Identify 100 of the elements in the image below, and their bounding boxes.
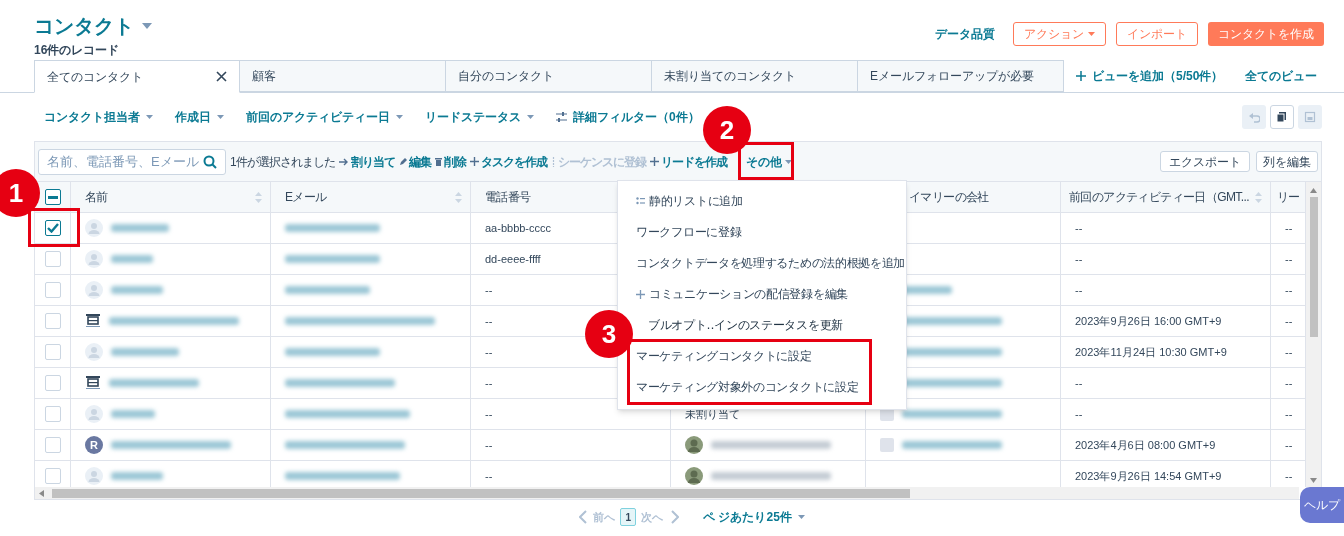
person-avatar-icon bbox=[85, 219, 103, 237]
column-header[interactable]: リー bbox=[1277, 188, 1300, 206]
copy-icon bbox=[1276, 111, 1288, 123]
scroll-thumb[interactable] bbox=[52, 488, 910, 498]
blurred-name bbox=[111, 224, 169, 232]
edit-columns-button[interactable]: 列を編集 bbox=[1256, 151, 1318, 172]
view-tab[interactable]: 全てのコンタクト bbox=[34, 60, 240, 93]
lead-status: -- bbox=[1285, 220, 1293, 236]
caret-icon bbox=[785, 159, 792, 164]
blurred-name bbox=[111, 472, 163, 480]
menu-item[interactable]: 静的リストに追加 bbox=[636, 190, 743, 212]
phone-text: dd-eeee-ffff bbox=[485, 251, 541, 267]
filter-dropdown[interactable]: 前回のアクティビティー日 bbox=[246, 108, 403, 126]
horizontal-scrollbar[interactable] bbox=[35, 487, 1299, 499]
column-header[interactable]: イマリーの会社 bbox=[909, 188, 989, 206]
list-icon bbox=[636, 197, 645, 205]
building-logo-icon bbox=[85, 314, 101, 328]
lead-status: -- bbox=[1285, 282, 1293, 298]
column-header[interactable]: 前回のアクティビティー日（GMT... bbox=[1069, 188, 1249, 206]
lead-status: -- bbox=[1285, 468, 1293, 484]
chevron-left-icon bbox=[579, 510, 588, 524]
blurred-name bbox=[111, 286, 163, 294]
filter-dropdown[interactable]: コンタクト担当者 bbox=[44, 108, 153, 126]
person-avatar-icon bbox=[85, 405, 103, 423]
vertical-scrollbar[interactable] bbox=[1306, 182, 1321, 487]
phone-text: -- bbox=[485, 375, 493, 391]
caret-icon bbox=[396, 115, 403, 119]
owner-text: 未割り当て bbox=[685, 406, 740, 422]
per-page-dropdown[interactable]: ペ ジあたり25件 bbox=[703, 508, 805, 526]
view-tab[interactable]: 未割り当てのコンタクト bbox=[652, 60, 858, 92]
page-number[interactable]: 1 bbox=[620, 508, 637, 526]
actions-button[interactable]: アクション bbox=[1013, 22, 1106, 46]
search-field[interactable]: 名前、電話番号、Eメール bbox=[38, 148, 226, 175]
activity-date: 2023年9月26日 16:00 GMT+9 bbox=[1075, 313, 1222, 329]
import-button[interactable]: インポート bbox=[1116, 22, 1198, 46]
activity-date: 2023年4月6日 08:00 GMT+9 bbox=[1075, 437, 1216, 453]
company-logo-icon bbox=[880, 438, 894, 452]
undo-icon bbox=[1248, 111, 1260, 123]
lead-status: -- bbox=[1285, 375, 1293, 391]
scroll-thumb[interactable] bbox=[1309, 197, 1318, 337]
owner-avatar-icon bbox=[685, 436, 703, 454]
activity-date: -- bbox=[1075, 282, 1083, 298]
filter-dropdown[interactable]: リードステータス bbox=[425, 108, 534, 126]
bulk-action-link[interactable]: タスクを作成 bbox=[469, 152, 547, 171]
menu-item[interactable]: マーケティング対象外のコンタクトに設定 bbox=[636, 376, 859, 398]
more-dropdown[interactable]: その他 bbox=[746, 152, 792, 171]
menu-item[interactable]: マーケティングコンタクトに設定 bbox=[636, 345, 812, 367]
lead-status: -- bbox=[1285, 313, 1293, 329]
filter-dropdown[interactable]: 作成日 bbox=[175, 108, 224, 126]
arrow-icon bbox=[338, 157, 349, 166]
export-button[interactable]: エクスポート bbox=[1160, 151, 1250, 172]
down-arrow-icon bbox=[1310, 478, 1317, 483]
record-count: 16件のレコード bbox=[34, 42, 121, 59]
page-title[interactable]: コンタクト bbox=[34, 14, 134, 38]
advanced-filter-button[interactable]: 詳細フィルター（0件） bbox=[556, 108, 700, 126]
step-number: 1 bbox=[0, 169, 40, 217]
up-arrow-icon bbox=[1310, 188, 1317, 193]
view-tab[interactable]: 顧客 bbox=[240, 60, 446, 92]
blurred-name bbox=[111, 255, 153, 263]
search-icon bbox=[203, 154, 217, 169]
sliders-icon bbox=[556, 112, 567, 122]
menu-item[interactable]: コンタクトデータを処理するための法的根拠を追加 bbox=[636, 252, 906, 274]
close-icon bbox=[216, 71, 227, 82]
column-header[interactable]: 電話番号 bbox=[485, 188, 531, 206]
bulk-action-link[interactable]: 削除 bbox=[434, 152, 466, 171]
caret-icon bbox=[797, 515, 805, 519]
bulk-action-link[interactable]: 割り当て bbox=[338, 152, 395, 171]
step-number: 2 bbox=[703, 106, 751, 154]
column-header[interactable]: 名前 bbox=[85, 188, 108, 206]
blurred-name bbox=[111, 410, 155, 418]
plus-icon bbox=[1076, 71, 1086, 81]
view-tab[interactable]: 自分のコンタクト bbox=[446, 60, 652, 92]
menu-item[interactable]: ワークフローに登録 bbox=[636, 221, 742, 243]
data-quality-link[interactable]: データ品質 bbox=[935, 25, 995, 43]
checkbox[interactable] bbox=[44, 189, 61, 205]
help-button[interactable]: ヘルプ bbox=[1300, 487, 1344, 523]
phone-text: aa-bbbb-cccc bbox=[485, 220, 552, 236]
column-header[interactable]: Eメール bbox=[285, 188, 327, 206]
add-view-link[interactable]: ビューを追加（5/50件） bbox=[1076, 60, 1224, 92]
menu-item[interactable]: コミュニケーションの配信登録を編集 bbox=[636, 283, 848, 305]
check-icon bbox=[46, 223, 59, 233]
phone-text: -- bbox=[485, 406, 493, 422]
phone-text: -- bbox=[485, 468, 493, 484]
lead-status: -- bbox=[1285, 406, 1293, 422]
phone-text: -- bbox=[485, 282, 493, 298]
menu-item[interactable]: ブルオプト‥インのステータスを更新 bbox=[648, 314, 843, 336]
phone-text: -- bbox=[485, 344, 493, 360]
phone-text: -- bbox=[485, 313, 493, 329]
clone-button[interactable] bbox=[1270, 105, 1294, 129]
lead-status: -- bbox=[1285, 437, 1293, 453]
trash-icon bbox=[434, 157, 442, 166]
activity-date: -- bbox=[1075, 406, 1083, 422]
caret-icon bbox=[527, 115, 534, 119]
view-tab[interactable]: Eメールフォローアップが必要 bbox=[858, 60, 1064, 92]
left-arrow-icon bbox=[39, 489, 44, 497]
bulk-action-link[interactable]: 編集 bbox=[398, 152, 431, 171]
caret-icon bbox=[146, 115, 153, 119]
checkbox[interactable] bbox=[44, 220, 61, 236]
phone-text: -- bbox=[485, 437, 493, 453]
all-views-link[interactable]: 全てのビュー bbox=[1245, 60, 1318, 92]
